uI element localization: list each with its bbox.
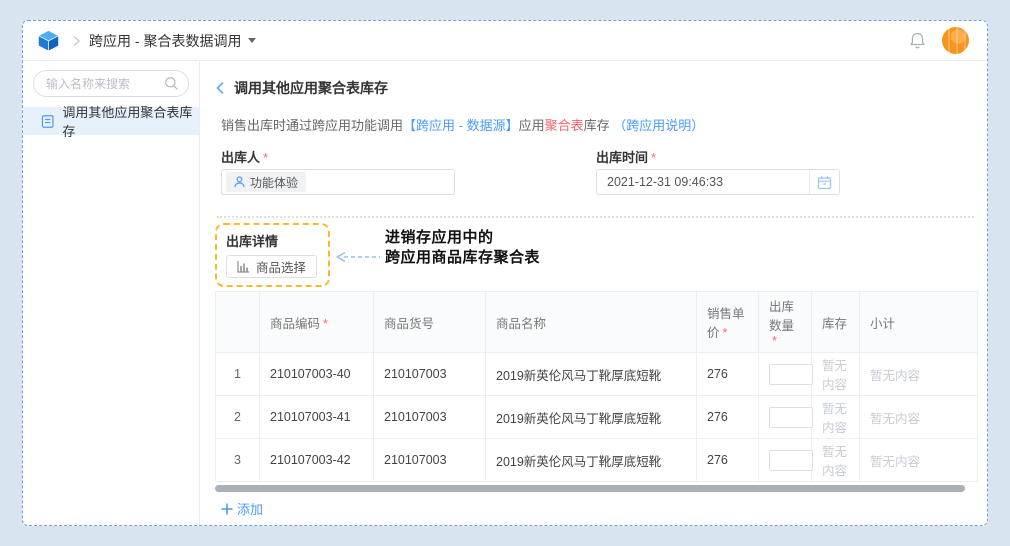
col-qty: 出库数量*: [759, 292, 812, 353]
breadcrumb[interactable]: 跨应用 - 聚合表数据调用: [89, 31, 241, 51]
scrollbar-thumb[interactable]: [215, 485, 965, 492]
add-row-button[interactable]: 添加: [215, 499, 285, 518]
required-mark: *: [263, 150, 268, 165]
member-tag: 功能体验: [226, 172, 306, 192]
description-text: 库存: [584, 118, 614, 133]
time-field: 出库时间*: [596, 147, 840, 195]
sidebar-search: [33, 70, 189, 97]
issuer-label: 出库人: [221, 150, 260, 165]
required-mark: *: [772, 334, 777, 348]
col-stock: 库存: [812, 292, 860, 353]
col-itemno: 商品货号: [374, 292, 486, 353]
sidebar-item-label: 调用其他应用聚合表库存: [62, 102, 199, 140]
sidebar-item-form[interactable]: 调用其他应用聚合表库存: [23, 107, 199, 135]
bar-chart-icon: [237, 260, 250, 273]
app-datasource-link[interactable]: 【跨应用 - 数据源】: [403, 118, 519, 133]
form-document-icon: [41, 114, 54, 129]
col-subtotal: 小计: [860, 292, 978, 353]
required-mark: *: [651, 150, 656, 165]
main-content: 调用其他应用聚合表库存 销售出库时通过跨应用功能调用【跨应用 - 数据源】应用聚…: [200, 61, 987, 525]
app-logo-icon[interactable]: [37, 29, 60, 52]
breadcrumb-separator-icon: [72, 35, 81, 47]
description: 销售出库时通过跨应用功能调用【跨应用 - 数据源】应用聚合表库存 （跨应用说明）: [215, 115, 974, 134]
calendar-button[interactable]: [809, 170, 839, 194]
issuer-field: 出库人* 功能体验: [221, 147, 596, 195]
product-select-label: 商品选择: [256, 257, 306, 276]
col-name: 商品名称: [486, 292, 697, 353]
table-row: 2 210107003-41 210107003 2019新英伦风马丁靴厚底短靴…: [216, 396, 978, 439]
cross-app-help-link[interactable]: （跨应用说明）: [613, 118, 704, 133]
back-chevron-icon[interactable]: [215, 81, 225, 95]
plus-icon: [221, 503, 233, 515]
annotation-arrow-icon: [334, 251, 380, 263]
person-icon: [234, 176, 245, 188]
calendar-icon: [817, 175, 832, 190]
search-icon: [164, 76, 179, 91]
required-mark: *: [323, 317, 328, 331]
table-horizontal-scrollbar: [215, 485, 977, 492]
table-header-row: 商品编码* 商品货号 商品名称 销售单价* 出库数量* 库存 小计: [216, 292, 978, 353]
section-divider: [217, 216, 974, 218]
aggregate-table-highlight: 聚合表: [545, 118, 584, 133]
detail-table: 商品编码* 商品货号 商品名称 销售单价* 出库数量* 库存 小计 1 2101…: [215, 291, 978, 482]
time-label: 出库时间: [596, 150, 648, 165]
annotation-highlight-box: 出库详情 商品选择: [215, 223, 330, 287]
notifications-bell-icon[interactable]: [909, 31, 926, 50]
issuer-input[interactable]: 功能体验: [221, 169, 455, 195]
sidebar: 调用其他应用聚合表库存: [23, 61, 200, 525]
details-section-label: 出库详情: [226, 231, 317, 250]
add-row-label: 添加: [237, 499, 263, 518]
user-avatar[interactable]: [942, 27, 969, 54]
time-input[interactable]: [597, 170, 809, 194]
table-row: 1 210107003-40 210107003 2019新英伦风马丁靴厚底短靴…: [216, 353, 978, 396]
col-rownum: [216, 292, 260, 353]
qty-input[interactable]: [769, 364, 813, 385]
description-text: 销售出库时通过跨应用功能调用: [221, 118, 403, 133]
col-code: 商品编码*: [260, 292, 374, 353]
qty-input[interactable]: [769, 407, 813, 428]
app-window: 跨应用 - 聚合表数据调用: [22, 20, 988, 526]
breadcrumb-caret-icon[interactable]: [248, 38, 256, 43]
table-row: 3 210107003-42 210107003 2019新英伦风马丁靴厚底短靴…: [216, 439, 978, 482]
qty-input[interactable]: [769, 450, 813, 471]
description-text: 应用: [519, 118, 545, 133]
product-select-button[interactable]: 商品选择: [226, 255, 317, 278]
annotation-text: 进销存应用中的 跨应用商品库存聚合表: [385, 228, 540, 268]
col-price: 销售单价*: [697, 292, 759, 353]
member-tag-label: 功能体验: [250, 174, 298, 191]
topbar: 跨应用 - 聚合表数据调用: [23, 21, 987, 61]
page-title: 调用其他应用聚合表库存: [234, 78, 388, 98]
required-mark: *: [723, 326, 728, 340]
